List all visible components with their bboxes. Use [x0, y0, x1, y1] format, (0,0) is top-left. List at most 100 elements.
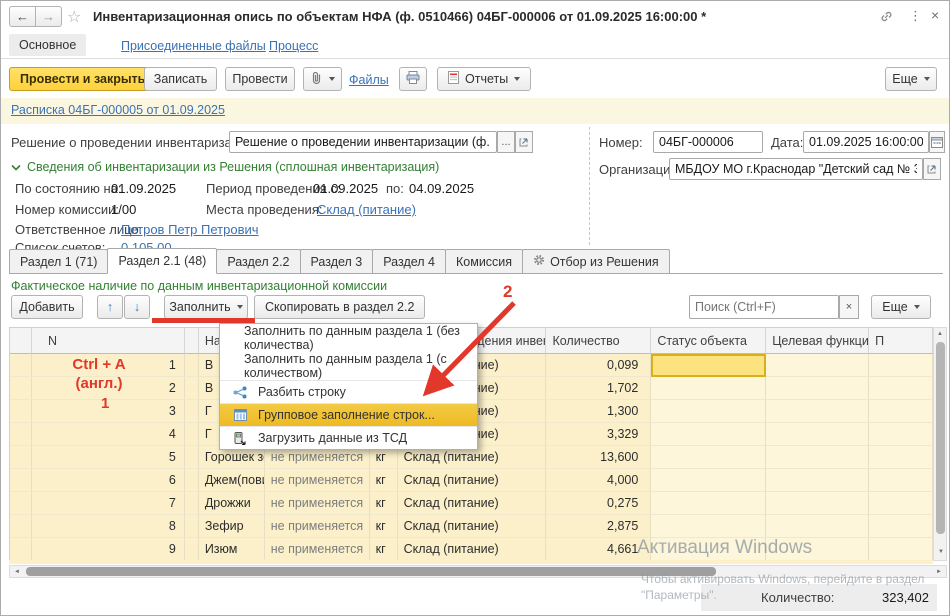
cell-p[interactable]: [869, 538, 933, 561]
cell-p[interactable]: [869, 354, 933, 377]
cell-place[interactable]: Склад (питание): [398, 515, 547, 538]
tab-раздел-4[interactable]: Раздел 4: [372, 249, 446, 273]
cell-qty[interactable]: 4,000: [546, 469, 651, 492]
cell-marker[interactable]: [185, 400, 199, 423]
kebab-menu-icon[interactable]: ⋮: [909, 8, 922, 24]
cell-status[interactable]: [651, 492, 766, 515]
cell-gutter[interactable]: [10, 400, 32, 423]
attach-button[interactable]: [303, 67, 342, 91]
cell-gutter[interactable]: [10, 515, 32, 538]
places-link[interactable]: Склад (питание): [317, 202, 416, 217]
cell-place[interactable]: Склад (питание): [398, 492, 547, 515]
table-more-button[interactable]: Еще: [871, 295, 931, 319]
copy-to-section22-button[interactable]: Скопировать в раздел 2.2: [254, 295, 425, 319]
cell-gutter[interactable]: [10, 538, 32, 561]
calendar-button[interactable]: [929, 131, 945, 153]
cell-gutter[interactable]: [10, 377, 32, 400]
date-input[interactable]: [803, 131, 929, 153]
close-icon[interactable]: ×: [931, 7, 939, 23]
cell-num[interactable]: 8: [32, 515, 185, 538]
cell-inv[interactable]: не применяется: [265, 469, 370, 492]
column-header-target[interactable]: Целевая функция акт...: [766, 328, 869, 354]
back-button[interactable]: ←: [9, 6, 36, 27]
search-input[interactable]: [689, 295, 839, 319]
cell-marker[interactable]: [185, 492, 199, 515]
cell-status[interactable]: [651, 423, 766, 446]
cell-qty[interactable]: 4,661: [546, 538, 651, 561]
cell-num[interactable]: 6: [32, 469, 185, 492]
cell-unit[interactable]: кг: [370, 492, 398, 515]
cell-marker[interactable]: [185, 354, 199, 377]
scroll-left-icon[interactable]: ◄: [12, 566, 22, 577]
tab-раздел-2.2[interactable]: Раздел 2.2: [216, 249, 300, 273]
get-link-icon[interactable]: [879, 9, 894, 27]
cell-target[interactable]: [766, 469, 869, 492]
cell-p[interactable]: [869, 423, 933, 446]
cell-num[interactable]: 4: [32, 423, 185, 446]
decision-open-button[interactable]: [515, 131, 533, 153]
cell-marker[interactable]: [185, 469, 199, 492]
cell-status[interactable]: [651, 354, 766, 377]
cell-target[interactable]: [766, 515, 869, 538]
scroll-down-icon[interactable]: ▼: [934, 546, 948, 558]
fill-button[interactable]: Заполнить: [164, 295, 248, 319]
cell-marker[interactable]: [185, 515, 199, 538]
tab-раздел-3[interactable]: Раздел 3: [300, 249, 374, 273]
favorite-star-icon[interactable]: ☆: [67, 7, 81, 27]
link-process[interactable]: Процесс: [269, 39, 318, 53]
post-and-close-button[interactable]: Провести и закрыть: [9, 67, 156, 91]
more-button[interactable]: Еще: [885, 67, 937, 91]
cell-name[interactable]: Дрожжи: [199, 492, 265, 515]
menu-item-5[interactable]: Загрузить данные из ТСД: [220, 426, 477, 449]
tab-раздел-2.1-48-[interactable]: Раздел 2.1 (48): [107, 248, 217, 274]
cell-qty[interactable]: 3,329: [546, 423, 651, 446]
print-button[interactable]: [399, 67, 427, 91]
cell-p[interactable]: [869, 446, 933, 469]
move-up-button[interactable]: ↑: [97, 295, 123, 319]
decision-choose-button[interactable]: ...: [497, 131, 515, 153]
number-input[interactable]: [653, 131, 763, 153]
cell-qty[interactable]: 13,600: [546, 446, 651, 469]
cell-inv[interactable]: не применяется: [265, 538, 370, 561]
vertical-scroll-thumb[interactable]: [936, 342, 945, 534]
cell-qty[interactable]: 1,300: [546, 400, 651, 423]
column-header-status[interactable]: Статус объекта: [651, 328, 766, 354]
column-header-marker[interactable]: [185, 328, 199, 354]
cell-p[interactable]: [869, 377, 933, 400]
scroll-up-icon[interactable]: ▲: [934, 328, 946, 340]
column-header-gutter[interactable]: [10, 328, 32, 354]
cell-inv[interactable]: не применяется: [265, 492, 370, 515]
cell-marker[interactable]: [185, 446, 199, 469]
cell-status[interactable]: [651, 377, 766, 400]
cell-qty[interactable]: 2,875: [546, 515, 651, 538]
cell-unit[interactable]: кг: [370, 469, 398, 492]
cell-name[interactable]: Джем(повидло): [199, 469, 265, 492]
reports-button[interactable]: Отчеты: [437, 67, 531, 91]
cell-status[interactable]: [651, 469, 766, 492]
link-attached-files[interactable]: Присоединенные файлы: [121, 39, 266, 53]
cell-place[interactable]: Склад (питание): [398, 538, 547, 561]
cell-num[interactable]: 7: [32, 492, 185, 515]
table-row[interactable]: 7Дрожжине применяетсякгСклад (питание)0,…: [10, 492, 933, 515]
tab-раздел-1-71-[interactable]: Раздел 1 (71): [9, 249, 108, 273]
cell-target[interactable]: [766, 492, 869, 515]
cell-marker[interactable]: [185, 538, 199, 561]
cell-status[interactable]: [651, 446, 766, 469]
cell-target[interactable]: [766, 446, 869, 469]
column-header-qty[interactable]: Количество: [546, 328, 651, 354]
cell-name[interactable]: Изюм: [199, 538, 265, 561]
cell-place[interactable]: Склад (питание): [398, 469, 547, 492]
receipt-link[interactable]: Расписка 04БГ-000005 от 01.09.2025: [11, 103, 225, 117]
org-input[interactable]: [669, 158, 923, 180]
tab-комиссия[interactable]: Комиссия: [445, 249, 523, 273]
files-link[interactable]: Файлы: [349, 73, 389, 87]
cell-gutter[interactable]: [10, 354, 32, 377]
org-open-button[interactable]: [923, 158, 941, 180]
save-button[interactable]: Записать: [144, 67, 217, 91]
decision-input[interactable]: [229, 131, 497, 153]
cell-name[interactable]: Зефир: [199, 515, 265, 538]
post-button[interactable]: Провести: [225, 67, 295, 91]
cell-target[interactable]: [766, 423, 869, 446]
scroll-right-icon[interactable]: ►: [934, 566, 944, 577]
table-row[interactable]: 8Зефирне применяетсякгСклад (питание)2,8…: [10, 515, 933, 538]
